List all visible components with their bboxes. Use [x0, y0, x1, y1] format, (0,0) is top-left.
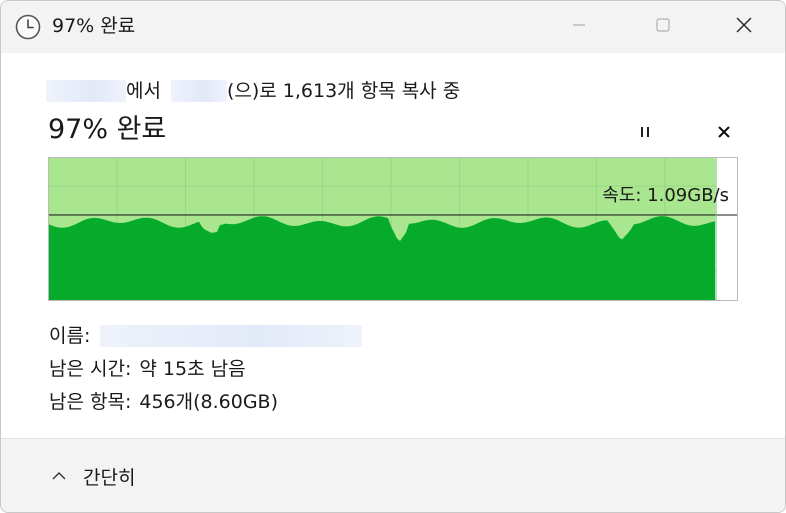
minimize-icon	[571, 17, 587, 37]
maximize-icon	[655, 17, 671, 37]
window-title: 97% 완료	[52, 15, 136, 37]
cancel-button[interactable]	[712, 121, 736, 145]
progress-content: 에서 (으)로 1,613개 항목 복사 중 97% 완료 속도: 1.09GB…	[1, 53, 785, 438]
fewer-details-button[interactable]: 간단히	[51, 465, 135, 491]
destination-name-redacted	[170, 80, 227, 102]
pause-icon	[638, 124, 652, 143]
speed-label: 속도: 1.09GB/s	[602, 185, 729, 206]
transfer-speed-graph: 속도: 1.09GB/s	[48, 157, 738, 301]
items-remaining-value: 456개(8.60GB)	[139, 391, 279, 413]
close-icon	[735, 16, 753, 38]
footer-bar: 간단히	[1, 438, 785, 512]
title-bar[interactable]: 97% 완료	[1, 1, 785, 53]
pause-button[interactable]	[633, 121, 657, 145]
maximize-button[interactable]	[634, 1, 692, 53]
time-remaining-label: 남은 시간:	[49, 358, 132, 380]
progress-status: 97% 완료	[48, 114, 167, 145]
items-remaining-label: 남은 항목:	[49, 391, 132, 413]
clock-icon	[14, 13, 42, 41]
source-name-redacted	[46, 80, 126, 102]
info-name-row: 이름:	[49, 324, 363, 348]
time-remaining-value: 약 15초 남음	[139, 358, 246, 380]
fewer-details-label: 간단히	[83, 467, 136, 489]
chevron-up-icon	[51, 468, 67, 488]
cancel-icon	[717, 124, 731, 143]
copy-description: 에서 (으)로 1,613개 항목 복사 중	[46, 79, 460, 103]
copy-progress-window: 97% 완료 에서 (으)로 1,613개 항목 복사 중 97% 완료 속도:…	[0, 0, 786, 513]
minimize-button[interactable]	[550, 1, 608, 53]
copy-to-suffix: (으)로 1,613개 항목 복사 중	[226, 80, 461, 102]
name-label: 이름:	[49, 325, 91, 347]
close-button[interactable]	[715, 1, 773, 53]
info-time-row: 남은 시간: 약 15초 남음	[49, 357, 246, 381]
file-name-redacted	[100, 325, 363, 347]
info-items-row: 남은 항목: 456개(8.60GB)	[49, 390, 278, 414]
speed-graph-svg	[49, 158, 737, 300]
copy-from-suffix: 에서	[126, 80, 161, 102]
